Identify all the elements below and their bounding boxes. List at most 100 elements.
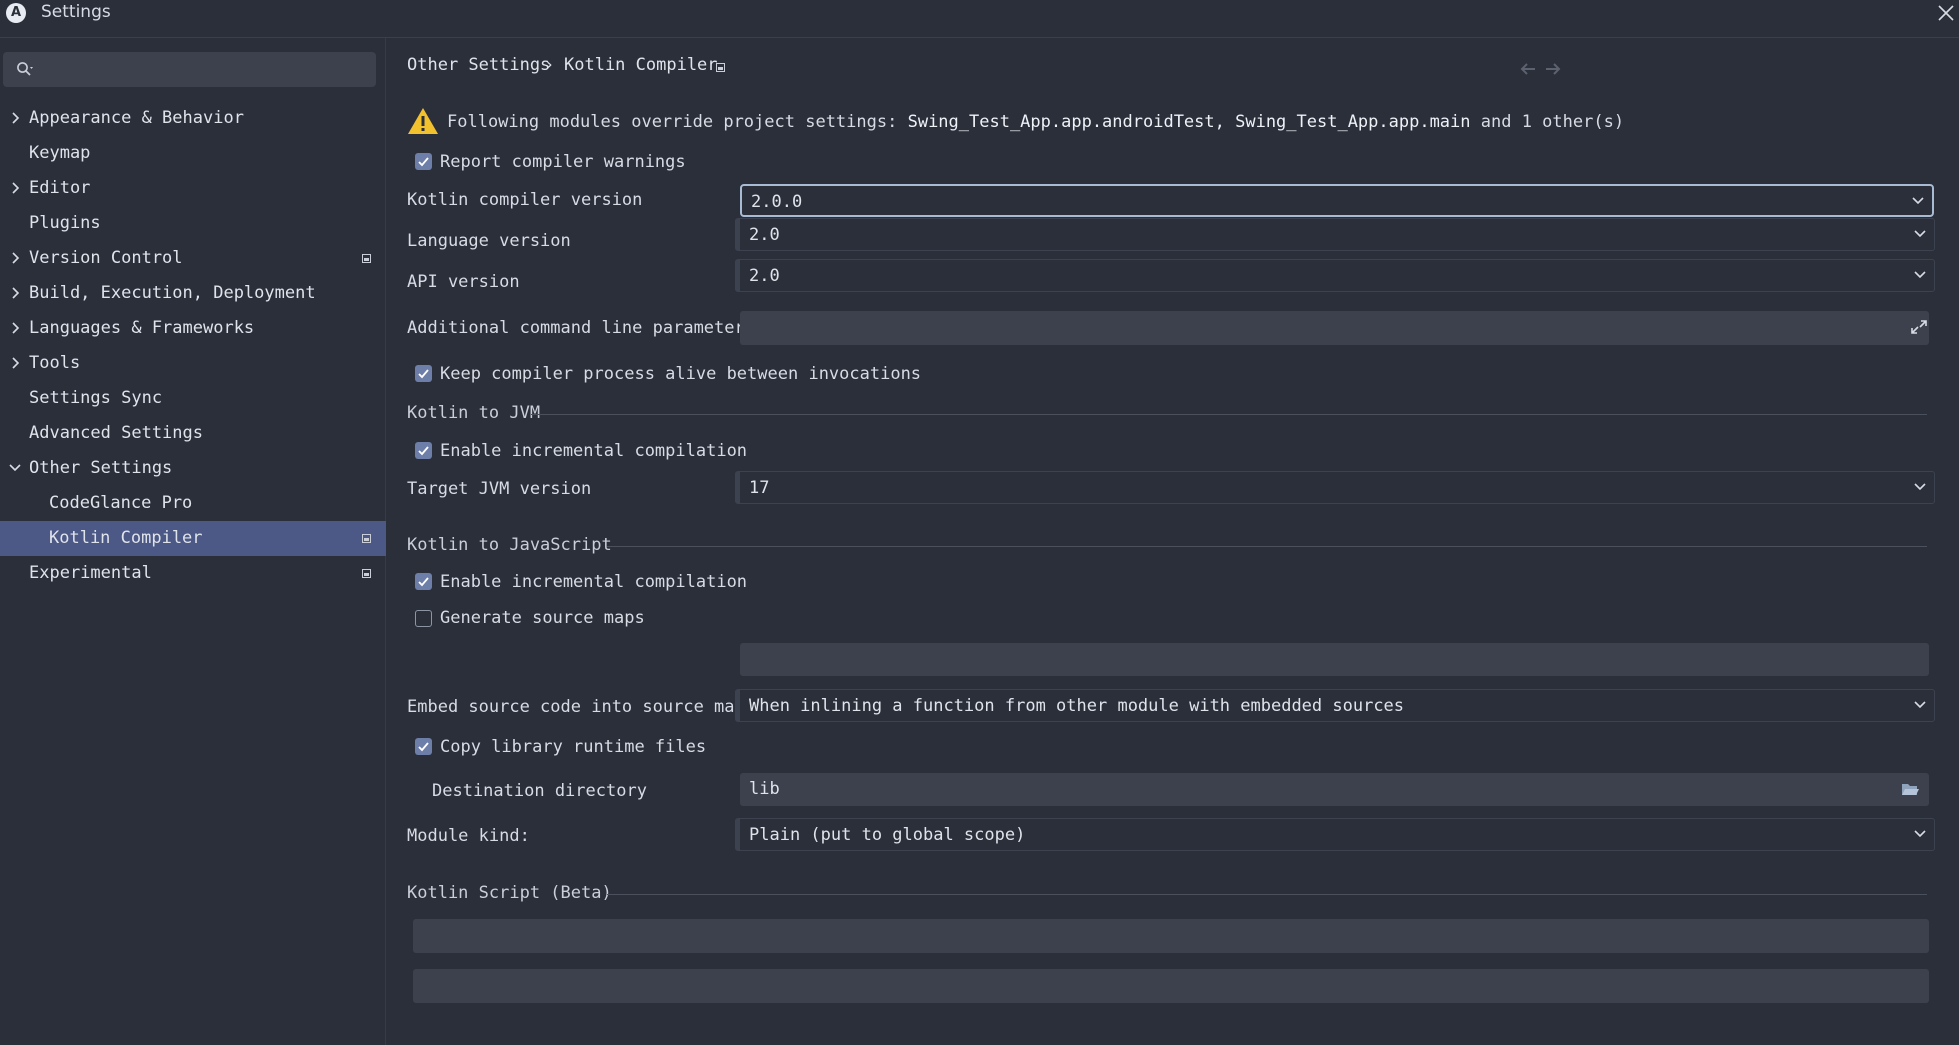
chevron-right-icon[interactable] <box>8 171 22 206</box>
target-jvm-value: 17 <box>749 478 770 498</box>
sidebar-item-label: Kotlin Compiler <box>49 528 203 548</box>
destination-label: Destination directory <box>432 781 647 801</box>
sidebar-item-codeglance-pro[interactable]: CodeGlance Pro <box>0 486 386 521</box>
sidebar-item-experimental[interactable]: Experimental <box>0 556 386 591</box>
compiler-version-value: 2.0.0 <box>751 192 803 212</box>
chevron-down-icon[interactable] <box>8 451 22 486</box>
warning-prefix: Following modules override project setti… <box>447 112 898 132</box>
project-scope-icon <box>716 63 725 72</box>
js-section-title: Kotlin to JavaScript <box>407 535 612 555</box>
source-maps-checkbox[interactable] <box>415 610 432 627</box>
sidebar-item-label: Editor <box>29 178 91 198</box>
section-divider <box>607 894 1927 895</box>
chevron-down-icon <box>1914 830 1926 838</box>
sidebar-item-keymap[interactable]: Keymap <box>0 136 386 171</box>
js-incremental-checkbox[interactable] <box>415 573 432 590</box>
sidebar-item-plugins[interactable]: Plugins <box>0 206 386 241</box>
warning-icon <box>408 108 438 134</box>
additional-params-input[interactable] <box>740 311 1929 345</box>
report-warnings-checkbox[interactable] <box>415 153 432 170</box>
sidebar-item-languages-frameworks[interactable]: Languages & Frameworks <box>0 311 386 346</box>
chevron-right-icon[interactable] <box>8 346 22 381</box>
source-maps-label[interactable]: Generate source maps <box>440 608 645 628</box>
embed-source-value: When inlining a function from other modu… <box>749 696 1405 716</box>
chevron-down-icon <box>1914 483 1926 491</box>
api-version-select[interactable]: 2.0 <box>735 259 1935 292</box>
api-version-value: 2.0 <box>749 266 780 286</box>
sidebar-item-version-control[interactable]: Version Control <box>0 241 386 276</box>
folder-icon[interactable] <box>1901 781 1919 797</box>
expand-icon[interactable] <box>1910 319 1928 335</box>
project-scope-icon <box>362 534 371 543</box>
warning-modules: Swing_Test_App.app.androidTest, Swing_Te… <box>907 112 1471 132</box>
chevron-down-icon <box>1912 197 1924 205</box>
target-jvm-label: Target JVM version <box>407 479 592 499</box>
jvm-incremental-checkbox[interactable] <box>415 442 432 459</box>
sidebar-item-kotlin-compiler[interactable]: Kotlin Compiler <box>0 521 386 556</box>
close-icon[interactable] <box>1935 2 1957 24</box>
script-field-1[interactable] <box>413 919 1929 953</box>
settings-sidebar: Appearance & Behavior Keymap Editor Plugins… <box>0 38 386 1045</box>
sidebar-item-label: Version Control <box>29 248 183 268</box>
script-field-2[interactable] <box>413 969 1929 1003</box>
title-bar: A Settings <box>0 0 1959 38</box>
chevron-down-icon <box>1914 271 1926 279</box>
js-incremental-label[interactable]: Enable incremental compilation <box>440 572 747 592</box>
app-logo-icon: A <box>6 3 26 23</box>
settings-panel: Other Settings › Kotlin Compiler Followi… <box>387 38 1959 1045</box>
chevron-right-icon[interactable] <box>8 241 22 276</box>
sidebar-item-label: Advanced Settings <box>29 423 203 443</box>
search-icon <box>17 62 33 76</box>
language-version-value: 2.0 <box>749 225 780 245</box>
jvm-section-title: Kotlin to JVM <box>407 403 541 423</box>
search-input[interactable] <box>3 52 376 87</box>
sidebar-item-build-execution-deployment[interactable]: Build, Execution, Deployment <box>0 276 386 311</box>
window-title: Settings <box>41 2 111 22</box>
forward-arrow-icon[interactable] <box>1545 62 1561 76</box>
additional-params-label: Additional command line parameters: <box>407 318 766 338</box>
language-version-select[interactable]: 2.0 <box>735 218 1935 251</box>
section-divider <box>607 546 1927 547</box>
sidebar-item-label: CodeGlance Pro <box>49 493 193 513</box>
sidebar-item-advanced-settings[interactable]: Advanced Settings <box>0 416 386 451</box>
chevron-right-icon[interactable] <box>8 311 22 346</box>
sidebar-item-editor[interactable]: Editor <box>0 171 386 206</box>
copy-runtime-checkbox[interactable] <box>415 738 432 755</box>
jvm-section: Kotlin to JVM <box>407 403 1927 423</box>
source-map-prefix-input[interactable] <box>740 643 1929 676</box>
sidebar-item-tools[interactable]: Tools <box>0 346 386 381</box>
script-section: Kotlin Script (Beta) <box>407 883 1927 903</box>
section-divider <box>531 414 1927 415</box>
warning-suffix: and 1 other(s) <box>1480 112 1625 132</box>
sidebar-item-label: Appearance & Behavior <box>29 108 244 128</box>
sidebar-item-appearance-behavior[interactable]: Appearance & Behavior <box>0 101 386 136</box>
sidebar-item-settings-sync[interactable]: Settings Sync <box>0 381 386 416</box>
breadcrumb-parent[interactable]: Other Settings <box>407 55 550 75</box>
destination-input[interactable]: lib <box>740 773 1929 806</box>
destination-value: lib <box>749 779 780 799</box>
sidebar-item-label: Build, Execution, Deployment <box>29 283 316 303</box>
embed-source-select[interactable]: When inlining a function from other modu… <box>735 689 1935 722</box>
language-version-label: Language version <box>407 231 571 251</box>
sidebar-item-label: Experimental <box>29 563 152 583</box>
jvm-incremental-label[interactable]: Enable incremental compilation <box>440 441 747 461</box>
sidebar-item-label: Languages & Frameworks <box>29 318 255 338</box>
module-kind-select[interactable]: Plain (put to global scope) <box>735 818 1935 851</box>
copy-runtime-label[interactable]: Copy library runtime files <box>440 737 706 757</box>
embed-source-label: Embed source code into source map: <box>407 697 755 717</box>
project-scope-icon <box>362 569 371 578</box>
report-warnings-label[interactable]: Report compiler warnings <box>440 152 686 172</box>
compiler-version-select[interactable]: 2.0.0 <box>740 184 1934 217</box>
sidebar-item-label: Other Settings <box>29 458 173 478</box>
sidebar-item-other-settings[interactable]: Other Settings <box>0 451 386 486</box>
breadcrumb-current: Kotlin Compiler <box>564 55 718 75</box>
project-scope-icon <box>362 254 371 263</box>
sidebar-item-label: Tools <box>29 353 81 373</box>
keep-alive-label[interactable]: Keep compiler process alive between invo… <box>440 364 921 384</box>
keep-alive-checkbox[interactable] <box>415 365 432 382</box>
chevron-right-icon[interactable] <box>8 276 22 311</box>
target-jvm-select[interactable]: 17 <box>735 471 1935 504</box>
back-arrow-icon[interactable] <box>1520 62 1536 76</box>
chevron-right-icon[interactable] <box>8 101 22 136</box>
compiler-version-label: Kotlin compiler version <box>407 190 643 210</box>
